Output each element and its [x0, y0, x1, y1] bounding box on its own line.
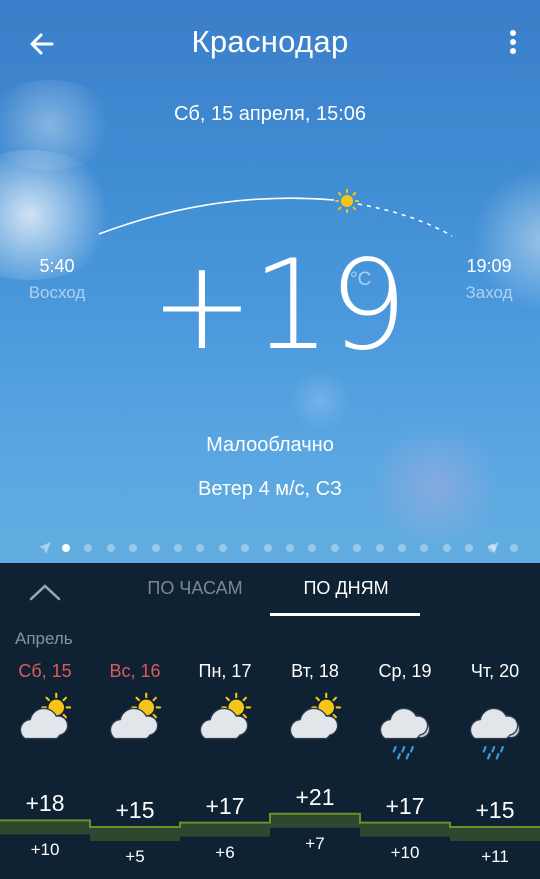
- sunset-label: Заход: [465, 283, 513, 302]
- wind-info: Ветер 4 м/с, СЗ: [198, 478, 342, 500]
- forecast-day[interactable]: Ср, 19: [360, 661, 450, 760]
- sunset: 19:09 Заход: [458, 256, 520, 303]
- page-dot[interactable]: [308, 544, 317, 552]
- min-temperature: +6: [215, 843, 235, 862]
- temperature-band: [360, 822, 450, 837]
- max-temperature: +15: [115, 797, 155, 823]
- forecast-day-label: Сб, 15: [18, 661, 72, 681]
- forecast-panel: ПО ЧАСАМ ПО ДНЯМ Апрель Сб, 15 Вс, 16 Пн, …: [0, 563, 540, 879]
- current-weather-panel: Краснодар Сб, 15 апреля, 15:06 5:40 Восх…: [0, 0, 540, 563]
- page-dot[interactable]: [174, 544, 182, 552]
- lens-flare: [290, 370, 350, 430]
- forecast-day-label: Чт, 20: [470, 661, 520, 681]
- forecast-day[interactable]: Чт, 20: [450, 661, 540, 760]
- page-dot[interactable]: [263, 544, 272, 552]
- sunset-time: 19:09: [466, 256, 512, 276]
- partly-cloudy-icon: [19, 692, 72, 740]
- weather-condition: Малооблачно: [206, 434, 334, 456]
- forecast-day-label: Вт, 18: [291, 661, 339, 681]
- location-icon: [39, 542, 51, 554]
- page-indicator[interactable]: [34, 538, 518, 558]
- partly-cloudy-icon: [199, 692, 252, 740]
- page-dot[interactable]: [84, 544, 93, 552]
- temperature-band: [270, 813, 360, 828]
- page-dot[interactable]: [62, 544, 70, 552]
- current-temperature: +19: [150, 234, 408, 378]
- page-dot[interactable]: [375, 544, 384, 552]
- page-dot[interactable]: [151, 544, 160, 552]
- min-temperature: +7: [305, 834, 325, 853]
- more-menu-button[interactable]: [502, 28, 522, 60]
- forecast-day-label: Пн, 17: [198, 661, 252, 681]
- more-vertical-icon: [510, 30, 516, 36]
- forecast-day[interactable]: Вс, 16: [90, 661, 180, 740]
- max-temperature: +18: [25, 790, 65, 816]
- forecast-day-label: Вс, 16: [109, 661, 161, 681]
- page-dot[interactable]: [398, 544, 406, 552]
- city-title: Краснодар: [191, 24, 349, 59]
- temperature-band: [90, 827, 180, 841]
- collapse-button[interactable]: [28, 581, 62, 605]
- min-temperature: +10: [30, 840, 60, 859]
- page-dot[interactable]: [420, 544, 429, 552]
- max-temperature: +17: [205, 793, 245, 819]
- sun-icon: [335, 189, 359, 213]
- min-temperature: +10: [390, 843, 420, 862]
- forecast-day[interactable]: Вт, 18: [270, 661, 360, 740]
- temperature-unit: °C: [350, 269, 372, 290]
- min-temperature: +11: [481, 847, 509, 866]
- page-dot[interactable]: [442, 544, 451, 552]
- page-dot[interactable]: [353, 544, 362, 552]
- temperature-band: [450, 827, 540, 841]
- active-tab-indicator: [270, 613, 420, 616]
- partly-cloudy-icon: [109, 692, 162, 740]
- tab-hourly[interactable]: ПО ЧАСАМ: [130, 578, 260, 618]
- forecast-day[interactable]: Пн, 17: [180, 661, 270, 740]
- forecast-day[interactable]: Сб, 15: [0, 661, 90, 740]
- sunrise-label: Восход: [28, 283, 86, 302]
- page-dot[interactable]: [465, 544, 474, 552]
- chevron-up-icon: [29, 584, 61, 601]
- page-dot[interactable]: [196, 544, 205, 552]
- page-dot[interactable]: [241, 544, 250, 552]
- navigation-icon: [487, 542, 499, 554]
- page-dot[interactable]: [106, 544, 115, 552]
- page-dot[interactable]: [218, 544, 227, 552]
- page-dot[interactable]: [286, 544, 294, 552]
- page-dot[interactable]: [510, 544, 518, 552]
- rain-icon: [379, 707, 431, 760]
- tab-daily[interactable]: ПО ДНЯМ: [272, 578, 420, 618]
- min-temperature: +5: [125, 847, 145, 866]
- page-dot[interactable]: [129, 544, 138, 552]
- temperature-band: [180, 822, 270, 837]
- top-bar: Краснодар: [0, 0, 540, 88]
- max-temperature: +15: [475, 797, 515, 823]
- sunrise: 5:40 Восход: [22, 256, 92, 303]
- rain-icon: [469, 707, 521, 760]
- partly-cloudy-icon: [289, 692, 342, 740]
- current-datetime: Сб, 15 апреля, 15:06: [173, 103, 366, 125]
- temperature-band: [0, 820, 90, 835]
- sunrise-time: 5:40: [39, 256, 75, 276]
- page-dot[interactable]: [330, 544, 339, 552]
- max-temperature: +21: [295, 784, 335, 810]
- forecast-day-label: Ср, 19: [378, 661, 432, 681]
- month-label: Апрель: [15, 629, 73, 648]
- max-temperature: +17: [385, 793, 425, 819]
